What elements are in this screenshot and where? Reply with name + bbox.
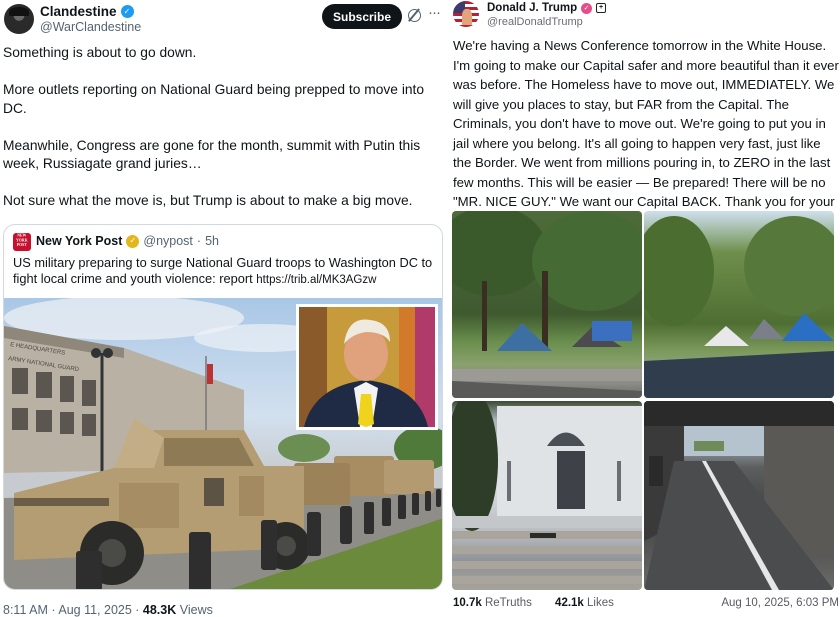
subscribe-button[interactable]: Subscribe	[322, 4, 402, 29]
author-avatar[interactable]	[4, 4, 34, 34]
author-name[interactable]: Clandestine	[40, 4, 117, 19]
likes-stat[interactable]: 42.1k Likes	[555, 597, 624, 609]
quoted-post-time[interactable]: 5h	[205, 234, 219, 248]
building-steps-photo[interactable]	[452, 401, 642, 590]
post-metadata: 8:11 AM · Aug 11, 2025 · 48.3K Views	[3, 603, 213, 617]
more-options-icon[interactable]: ···	[428, 4, 441, 21]
tents-in-park-image	[644, 216, 834, 398]
post-stats: 10.7k ReTruths 42.1k Likes	[453, 597, 634, 609]
quoted-post[interactable]: NEW YORK POST New York Post ✓ @nypost · …	[3, 224, 443, 590]
image-grid	[452, 211, 834, 590]
views-label: Views	[176, 603, 213, 617]
verified-badge-icon: ✓	[120, 5, 134, 18]
account-badge-icon: +	[596, 3, 607, 13]
quoted-author-handle[interactable]: @nypost	[143, 234, 193, 248]
marble-building-image	[452, 401, 642, 584]
verified-badge-icon: ✓	[581, 2, 593, 14]
humvee-scene-image: E HEADQUARTERS ARMY NATIONAL GUARD	[4, 298, 442, 589]
encampment-photo-2[interactable]	[644, 211, 834, 398]
post-paragraph: Not sure what the move is, but Trump is …	[3, 193, 413, 208]
post-paragraph: Something is about to go down.	[3, 45, 197, 60]
separator: ·	[196, 234, 202, 248]
quoted-post-text: US military preparing to surge National …	[13, 255, 433, 286]
quoted-post-image[interactable]: E HEADQUARTERS ARMY NATIONAL GUARD	[4, 298, 442, 589]
views-count: 48.3K	[142, 603, 177, 617]
underpass-road-image	[644, 401, 834, 590]
quoted-post-link[interactable]: https://trib.al/MK3AGzw	[256, 274, 376, 286]
author-avatar[interactable]	[453, 1, 479, 27]
grok-icon[interactable]	[408, 9, 421, 22]
author-handle[interactable]: @realDonaldTrump	[487, 16, 583, 28]
author-name-row: Donald J. Trump ✓ +	[487, 2, 607, 14]
post-paragraph: More outlets reporting on National Guard…	[3, 82, 425, 116]
quoted-author-name[interactable]: New York Post	[36, 234, 122, 248]
retruths-stat[interactable]: 10.7k ReTruths	[453, 597, 542, 609]
tents-under-trees-image	[452, 211, 642, 398]
author-handle[interactable]: @WarClandestine	[40, 20, 141, 34]
underpass-photo[interactable]	[644, 401, 834, 590]
post-metadata: 10.7k ReTruths 42.1k Likes Aug 10, 2025,…	[453, 597, 839, 609]
nypost-logo[interactable]: NEW YORK POST	[13, 233, 31, 251]
truth-post: Donald J. Trump ✓ + @realDonaldTrump We'…	[446, 0, 840, 617]
verified-badge-icon: ✓	[126, 234, 140, 248]
author-name[interactable]: Donald J. Trump	[487, 2, 577, 14]
encampment-photo-1[interactable]	[452, 211, 642, 398]
post-text: We're having a News Conference tomorrow …	[453, 38, 839, 229]
quoted-post-header: New York Post ✓ @nypost · 5h	[36, 234, 219, 248]
x-post: Clandestine ✓ @WarClandestine Subscribe …	[0, 0, 446, 617]
author-name-row: Clandestine ✓	[40, 4, 134, 19]
post-timestamp[interactable]: Aug 10, 2025, 6:03 PM	[721, 597, 839, 609]
post-text: Something is about to go down. More outl…	[3, 44, 443, 211]
post-timestamp[interactable]: 8:11 AM · Aug 11, 2025 ·	[3, 603, 143, 617]
post-paragraph: Meanwhile, Congress are gone for the mon…	[3, 137, 421, 172]
